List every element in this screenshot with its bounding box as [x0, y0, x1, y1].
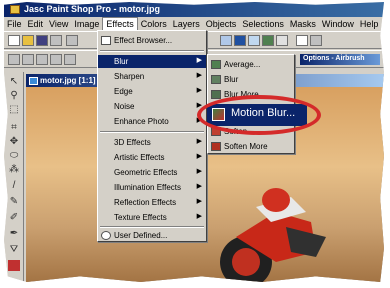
zoom-tool-icon[interactable]: ⚲ — [8, 90, 20, 101]
menu-file[interactable]: File — [4, 18, 25, 30]
airbrush-icon[interactable]: ✒ — [8, 228, 20, 239]
dropper-tool-icon[interactable]: / — [8, 180, 20, 191]
average-icon — [211, 60, 221, 69]
motorbike-image — [220, 188, 326, 282]
blur-icon — [211, 75, 221, 84]
reflection-effects-menu-item[interactable]: Reflection Effects ▶ — [98, 196, 206, 209]
undo-icon[interactable] — [66, 35, 78, 46]
submenu-arrow-icon: ▶ — [196, 72, 202, 79]
color-swatch-icon[interactable] — [8, 260, 20, 271]
tool-e-icon[interactable] — [64, 54, 76, 65]
selection-tool-icon[interactable]: ⬭ — [8, 150, 20, 161]
highlight-ring — [197, 95, 321, 135]
3d-effects-menu-item[interactable]: 3D Effects ▶ — [98, 136, 206, 149]
noise-menu-item[interactable]: Noise ▶ — [98, 100, 206, 113]
menu-selections[interactable]: Selections — [239, 18, 287, 30]
illumination-effects-menu-item[interactable]: Illumination Effects ▶ — [98, 181, 206, 194]
blur-submenu-item[interactable]: Blur — [208, 73, 294, 86]
tool-c-icon[interactable] — [36, 54, 48, 65]
enhance-photo-menu-item[interactable]: Enhance Photo ▶ — [98, 115, 206, 128]
magic-wand-icon[interactable]: ⁂ — [8, 164, 20, 175]
toolbar-options-icon[interactable] — [276, 35, 288, 46]
help-pointer-icon[interactable] — [296, 35, 308, 46]
document-title: motor.jpg [1:1] — [40, 76, 96, 85]
menu-separator — [100, 50, 204, 52]
effect-browser-icon — [101, 36, 111, 45]
move-tool-icon[interactable]: ✥ — [8, 136, 20, 147]
edge-menu-item[interactable]: Edge ▶ — [98, 85, 206, 98]
blur-more-icon — [211, 90, 221, 99]
menu-separator — [100, 226, 204, 228]
submenu-arrow-icon: ▶ — [196, 57, 202, 64]
tool-d-icon[interactable] — [50, 54, 62, 65]
menu-objects[interactable]: Objects — [203, 18, 240, 30]
submenu-arrow-icon: ▶ — [196, 87, 202, 94]
menu-view[interactable]: View — [46, 18, 71, 30]
submenu-arrow-icon: ▶ — [196, 153, 202, 160]
open-folder-icon[interactable] — [22, 35, 34, 46]
soften-more-menu-item[interactable]: Soften More — [208, 140, 294, 153]
script-icon[interactable] — [310, 35, 322, 46]
geometric-effects-menu-item[interactable]: Geometric Effects ▶ — [98, 166, 206, 179]
menu-masks[interactable]: Masks — [287, 18, 319, 30]
soften-more-icon — [211, 142, 221, 151]
blur-menu-item[interactable]: Blur ▶ — [98, 55, 206, 68]
app-icon — [10, 5, 20, 14]
submenu-arrow-icon: ▶ — [196, 138, 202, 145]
user-defined-menu-item[interactable]: User Defined... — [98, 229, 206, 242]
deform-tool-icon[interactable]: ⬚ — [8, 104, 20, 115]
sharpen-menu-item[interactable]: Sharpen ▶ — [98, 70, 206, 83]
menu-window[interactable]: Window — [319, 18, 357, 30]
menu-help[interactable]: Help — [357, 18, 382, 30]
toolbar-overview-icon[interactable] — [262, 35, 274, 46]
submenu-arrow-icon: ▶ — [196, 198, 202, 205]
user-defined-icon — [101, 231, 111, 240]
print-icon[interactable] — [50, 35, 62, 46]
effects-menu-item[interactable]: Effect Browser... — [98, 34, 206, 47]
effects-menu: Effect Browser... Blur ▶ Sharpen ▶ Edge ▶ N… — [97, 30, 207, 242]
menu-effects[interactable]: Effects — [102, 17, 138, 30]
toolbar-histogram-icon[interactable] — [234, 35, 246, 46]
menu-separator — [100, 131, 204, 133]
submenu-arrow-icon: ▶ — [196, 213, 202, 220]
paintbrush-icon[interactable]: ✎ — [8, 196, 20, 207]
artistic-effects-menu-item[interactable]: Artistic Effects ▶ — [98, 151, 206, 164]
flood-fill-icon[interactable]: ⛛ — [8, 244, 20, 255]
window-title: Jasc Paint Shop Pro - motor.jpg — [24, 4, 161, 14]
clone-brush-icon[interactable]: ✐ — [8, 212, 20, 223]
toolbar-window-icon[interactable] — [220, 35, 232, 46]
toolbar-layers-icon[interactable] — [248, 35, 260, 46]
menu-edit[interactable]: Edit — [25, 18, 47, 30]
options-panel-title[interactable]: Options - Airbrush — [300, 54, 380, 65]
tool-a-icon[interactable] — [8, 54, 20, 65]
app-window: Jasc Paint Shop Pro - motor.jpg File Edit… — [4, 2, 384, 282]
crop-tool-icon[interactable]: ⌗ — [8, 122, 20, 133]
arrow-tool-icon[interactable]: ↖ — [8, 76, 20, 87]
menu-bar: File Edit View Image Effects Colors Layers Obje… — [4, 17, 384, 30]
menu-layers[interactable]: Layers — [170, 18, 203, 30]
average-menu-item[interactable]: Average... — [208, 58, 294, 71]
tool-palette: ↖ ⚲ ⬚ ⌗ ✥ ⬭ ⁂ / ✎ ✐ ✒ ⛛ — [4, 72, 24, 282]
submenu-arrow-icon: ▶ — [196, 168, 202, 175]
menu-image[interactable]: Image — [71, 18, 102, 30]
submenu-arrow-icon: ▶ — [196, 183, 202, 190]
texture-effects-menu-item[interactable]: Texture Effects ▶ — [98, 211, 206, 224]
new-file-icon[interactable] — [8, 35, 20, 46]
save-disk-icon[interactable] — [36, 35, 48, 46]
title-bar: Jasc Paint Shop Pro - motor.jpg — [4, 2, 384, 17]
menu-colors[interactable]: Colors — [138, 18, 170, 30]
document-icon — [29, 77, 38, 85]
tool-b-icon[interactable] — [22, 54, 34, 65]
